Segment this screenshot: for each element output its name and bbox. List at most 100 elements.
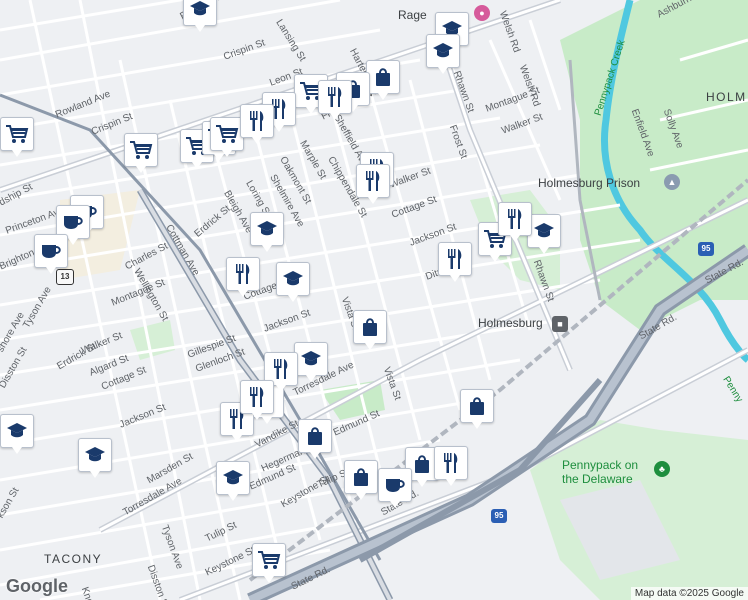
poi-marker-shop-6[interactable] <box>460 389 496 429</box>
school-icon <box>183 0 217 26</box>
rail-diagonal <box>0 93 382 561</box>
shopping-poi-icon[interactable]: ● <box>474 5 490 21</box>
marker-pointer <box>228 494 238 501</box>
poi-marker-food-3[interactable] <box>318 80 354 120</box>
marker-pointer <box>510 235 520 242</box>
shopping-cart-icon <box>210 117 244 151</box>
poi-marker-food-8[interactable] <box>226 257 262 297</box>
marker-pointer <box>252 413 262 420</box>
poi-marker-shop-5[interactable] <box>298 419 334 459</box>
marker-pointer <box>46 267 56 274</box>
restaurant-icon <box>240 380 274 414</box>
poi-marker-food-6[interactable] <box>498 202 534 242</box>
marker-pointer <box>222 150 232 157</box>
poi-marker-school-4[interactable] <box>250 212 286 252</box>
marker-pointer <box>232 435 242 442</box>
poi-marker-cart-6[interactable] <box>252 543 288 583</box>
marker-pointer <box>262 245 272 252</box>
poi-marker-food-12[interactable] <box>240 380 276 420</box>
marker-pointer <box>306 107 316 114</box>
poi-marker-food-7[interactable] <box>438 242 474 282</box>
restaurant-icon <box>434 446 468 480</box>
poi-marker-food-2[interactable] <box>240 104 276 144</box>
train-station-icon[interactable]: ■ <box>552 316 568 332</box>
google-logo: Google <box>6 576 68 596</box>
restaurant-icon <box>498 202 532 236</box>
marker-pointer <box>368 197 378 204</box>
poi-marker-food-5[interactable] <box>356 164 392 204</box>
route-shield-i95-top: 95 <box>698 242 714 256</box>
marker-pointer <box>450 275 460 282</box>
school-icon <box>216 461 250 495</box>
poi-marker-cart-1[interactable] <box>0 117 36 157</box>
marker-pointer <box>390 501 400 508</box>
map-canvas[interactable]: TACONY HOLM Rage ● Holmesburg Prison ▲ H… <box>0 0 748 600</box>
shopping-bag-icon <box>353 310 387 344</box>
place-holmesburg-prison[interactable]: Holmesburg Prison <box>538 176 640 190</box>
place-pennypack-line2[interactable]: the Delaware <box>562 472 633 486</box>
marker-pointer <box>539 247 549 254</box>
poi-marker-cart-2[interactable] <box>124 133 160 173</box>
place-pennypack-line1[interactable]: Pennypack on <box>562 458 638 472</box>
poi-marker-school-1[interactable] <box>183 0 219 32</box>
poi-marker-food-11[interactable] <box>434 446 470 486</box>
map-attribution[interactable]: Map data ©2025 Google <box>630 587 748 600</box>
shopping-bag-icon <box>460 389 494 423</box>
school-icon <box>0 414 34 448</box>
marker-pointer <box>252 137 262 144</box>
school-icon <box>426 34 460 68</box>
marker-pointer <box>446 479 456 486</box>
place-rage[interactable]: Rage <box>398 8 427 22</box>
shopping-cart-icon <box>124 133 158 167</box>
school-icon <box>78 438 112 472</box>
shopping-bag-icon <box>298 419 332 453</box>
marker-pointer <box>330 113 340 120</box>
route-shield-i95-bottom: 95 <box>491 509 507 523</box>
restaurant-icon <box>438 242 472 276</box>
coffee-cup-icon <box>378 468 412 502</box>
marker-pointer <box>288 295 298 302</box>
poi-marker-shop-7[interactable] <box>344 460 380 500</box>
marker-pointer <box>264 576 274 583</box>
marker-pointer <box>438 67 448 74</box>
marker-pointer <box>378 93 388 100</box>
neighborhood-tacony: TACONY <box>44 552 103 566</box>
restaurant-icon <box>240 104 274 138</box>
marker-pointer <box>276 385 286 392</box>
route-shield-pa13: 13 <box>56 269 74 285</box>
restaurant-icon <box>356 164 390 198</box>
poi-marker-school-10[interactable] <box>216 461 252 501</box>
marker-pointer <box>472 422 482 429</box>
shopping-cart-icon <box>0 117 34 151</box>
restaurant-icon <box>318 80 352 114</box>
coffee-cup-icon <box>34 234 68 268</box>
poi-marker-cafe-3[interactable] <box>34 234 70 274</box>
marker-pointer <box>417 480 427 487</box>
shopping-bag-icon <box>344 460 378 494</box>
marker-pointer <box>262 417 272 424</box>
marker-pointer <box>136 166 146 173</box>
restaurant-icon <box>226 257 260 291</box>
shopping-cart-icon <box>252 543 286 577</box>
park-icon[interactable]: ♣ <box>654 461 670 477</box>
marker-pointer <box>310 452 320 459</box>
place-holmesburg-station[interactable]: Holmesburg <box>478 316 543 330</box>
poi-marker-school-3[interactable] <box>426 34 462 74</box>
poi-marker-shop-3[interactable] <box>353 310 389 350</box>
school-icon <box>276 262 310 296</box>
neighborhood-holmesburg: HOLM <box>706 90 747 104</box>
marker-pointer <box>192 162 202 169</box>
marker-pointer <box>90 471 100 478</box>
poi-marker-school-8[interactable] <box>0 414 36 454</box>
marker-pointer <box>490 255 500 262</box>
marker-pointer <box>306 375 316 382</box>
marker-pointer <box>238 290 248 297</box>
marker-pointer <box>12 150 22 157</box>
landmark-icon[interactable]: ▲ <box>664 174 680 190</box>
poi-marker-cafe-4[interactable] <box>378 468 414 508</box>
poi-marker-school-9[interactable] <box>78 438 114 478</box>
marker-pointer <box>365 343 375 350</box>
marker-pointer <box>195 25 205 32</box>
marker-pointer <box>12 447 22 454</box>
poi-marker-school-5[interactable] <box>276 262 312 302</box>
